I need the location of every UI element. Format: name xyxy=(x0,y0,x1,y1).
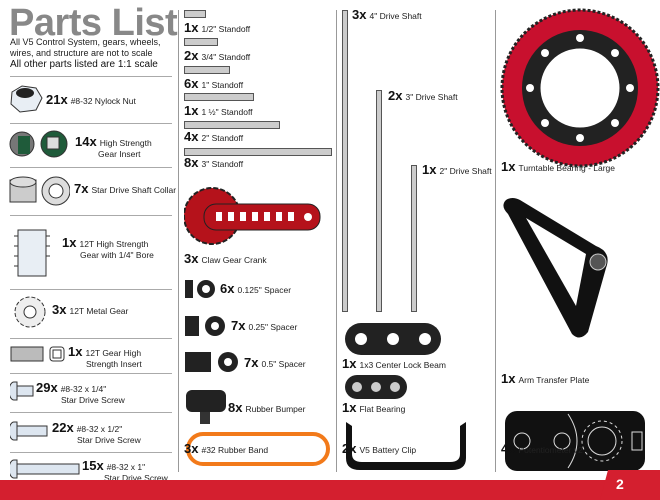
part-label: 2x 3/4" Standoff xyxy=(184,48,251,63)
screw-half-icon xyxy=(10,421,48,441)
gear-insert-bar-icon xyxy=(10,346,65,362)
turntable-bearing-icon xyxy=(500,8,660,168)
part-label: 3x Claw Gear Crank xyxy=(184,251,267,266)
standoff-icon xyxy=(184,121,280,129)
center-lock-beam-icon xyxy=(345,323,441,355)
part-label: 2x 3" Drive Shaft xyxy=(388,88,458,103)
part-label: 1x Turntable Bearing - Large xyxy=(501,159,616,174)
part-label: 1x Flat Bearing xyxy=(342,400,406,415)
arm-transfer-plate-icon xyxy=(503,198,608,338)
standoff-icon xyxy=(184,66,230,74)
part-label: 14x High Strength Gear Insert xyxy=(75,134,152,159)
part-label: 1x 12T High Strength Gear with 1/4" Bore xyxy=(62,235,154,260)
part-label: 1x 12T Gear High Strength Insert xyxy=(68,344,142,369)
part-label: 7x 0.25" Spacer xyxy=(231,318,298,333)
divider xyxy=(10,167,172,168)
page-tab xyxy=(600,470,660,500)
claw-gear-crank-icon xyxy=(184,187,321,245)
part-label: 7x Star Drive Shaft Collar xyxy=(74,181,177,196)
part-label: 3x #32 Rubber Band xyxy=(184,441,269,456)
scale-note-2: All other parts listed are 1:1 scale xyxy=(10,59,158,70)
12t-gear-icon xyxy=(14,229,50,277)
gear-insert-icon xyxy=(9,130,68,158)
nylock-nut-icon xyxy=(10,85,43,113)
divider xyxy=(10,373,172,374)
part-label: 22x #8-32 x 1/2" Star Drive Screw xyxy=(52,420,141,445)
divider xyxy=(10,338,172,339)
standoff-icon xyxy=(184,10,206,18)
part-label: 1x 2" Drive Shaft xyxy=(422,162,492,177)
part-label: 4x Potentiometer v2 xyxy=(501,441,583,456)
divider xyxy=(10,76,172,77)
spacer-icon xyxy=(185,316,225,336)
column-divider xyxy=(178,10,179,472)
standoff-icon xyxy=(184,38,218,46)
part-label: 1x 1/2" Standoff xyxy=(184,20,251,35)
potentiometer-icon xyxy=(505,411,645,471)
drive-shaft-icon xyxy=(376,90,382,312)
part-label: 1x Arm Transfer Plate xyxy=(501,371,590,386)
part-label: 7x 0.5" Spacer xyxy=(244,355,306,370)
part-label: 6x 1" Standoff xyxy=(184,76,244,91)
column-divider xyxy=(336,10,337,472)
flat-bearing-icon xyxy=(345,375,407,399)
footer-band xyxy=(0,480,660,500)
part-label: 3x 4" Drive Shaft xyxy=(352,7,422,22)
part-label: 2x V5 Battery Clip xyxy=(342,441,417,456)
drive-shaft-icon xyxy=(411,165,417,312)
standoff-icon xyxy=(184,148,332,156)
part-label: 1x 1 ½" Standoff xyxy=(184,103,253,118)
standoff-icon xyxy=(184,93,254,101)
scale-note: All V5 Control System, gears, wheels, wi… xyxy=(10,37,161,58)
drive-shaft-icon xyxy=(342,10,348,312)
part-label: 8x 3" Standoff xyxy=(184,155,244,170)
page-number: 2 xyxy=(616,476,624,492)
divider xyxy=(10,412,172,413)
divider xyxy=(10,289,172,290)
spacer-icon xyxy=(185,352,238,372)
divider xyxy=(10,215,172,216)
part-label: 21x #8-32 Nylock Nut xyxy=(46,92,136,107)
rubber-bumper-icon xyxy=(186,390,226,424)
divider xyxy=(10,123,172,124)
spacer-icon xyxy=(185,280,215,298)
shaft-collar-icon xyxy=(9,176,70,206)
part-label: 8x Rubber Bumper xyxy=(228,400,306,415)
part-label: 1x 1x3 Center Lock Beam xyxy=(342,356,446,371)
part-label: 4x 2" Standoff xyxy=(184,129,244,144)
part-label: 29x #8-32 x 1/4" Star Drive Screw xyxy=(36,380,125,405)
part-label: 6x 0.125" Spacer xyxy=(220,281,292,296)
screw-one-inch-icon xyxy=(10,459,80,479)
part-label: 3x 12T Metal Gear xyxy=(52,302,129,317)
column-divider xyxy=(495,10,496,472)
divider xyxy=(10,452,172,453)
screw-quarter-icon xyxy=(10,381,34,401)
metal-gear-icon xyxy=(14,296,46,328)
